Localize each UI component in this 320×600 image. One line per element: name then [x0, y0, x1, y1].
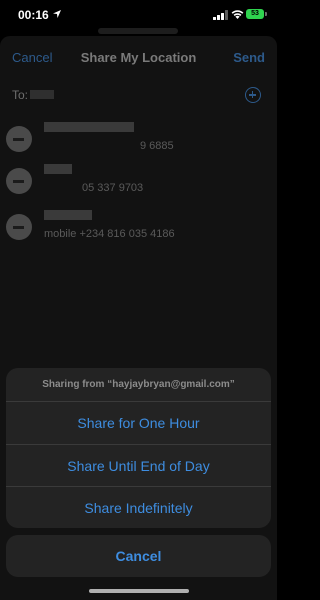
- to-label: To:: [12, 88, 29, 102]
- action-sheet-cancel-button[interactable]: Cancel: [6, 535, 271, 577]
- avatar: [6, 168, 32, 194]
- contact-row[interactable]: mobile +234 816 035 4186: [0, 208, 277, 248]
- share-indefinitely-button[interactable]: Share Indefinitely: [6, 486, 271, 528]
- status-time: 00:16: [18, 8, 49, 22]
- avatar: [6, 214, 32, 240]
- signal-bars-icon: [213, 10, 228, 20]
- battery-icon: 53: [246, 9, 264, 19]
- battery-tip: [265, 12, 267, 16]
- redacted-recipient: [30, 90, 54, 99]
- home-indicator: [89, 589, 189, 593]
- redacted-contact-name: [44, 122, 134, 132]
- redacted-contact-name: [44, 164, 72, 174]
- plus-circle-icon[interactable]: [245, 87, 261, 103]
- contact-subtitle: 9 6885: [140, 140, 174, 152]
- status-bar: 00:16 53: [0, 0, 277, 30]
- contact-subtitle: 05 337 9703: [82, 182, 144, 194]
- contact-row[interactable]: 9 6885: [0, 120, 277, 160]
- action-sheet-header: Sharing from “hayjaybryan@gmail.com”: [6, 368, 271, 402]
- send-button[interactable]: Send: [233, 50, 265, 65]
- share-until-end-of-day-button[interactable]: Share Until End of Day: [6, 444, 271, 486]
- share-one-hour-button[interactable]: Share for One Hour: [6, 402, 271, 444]
- contact-row[interactable]: 05 337 9703: [0, 162, 277, 202]
- share-duration-action-sheet: Sharing from “hayjaybryan@gmail.com” Sha…: [6, 368, 271, 528]
- sheet-grabber: [98, 28, 178, 34]
- avatar: [6, 126, 32, 152]
- location-arrow-icon: [53, 10, 61, 18]
- redacted-contact-name: [44, 210, 92, 220]
- contact-subtitle: mobile +234 816 035 4186: [44, 228, 175, 240]
- wifi-icon: [231, 10, 244, 19]
